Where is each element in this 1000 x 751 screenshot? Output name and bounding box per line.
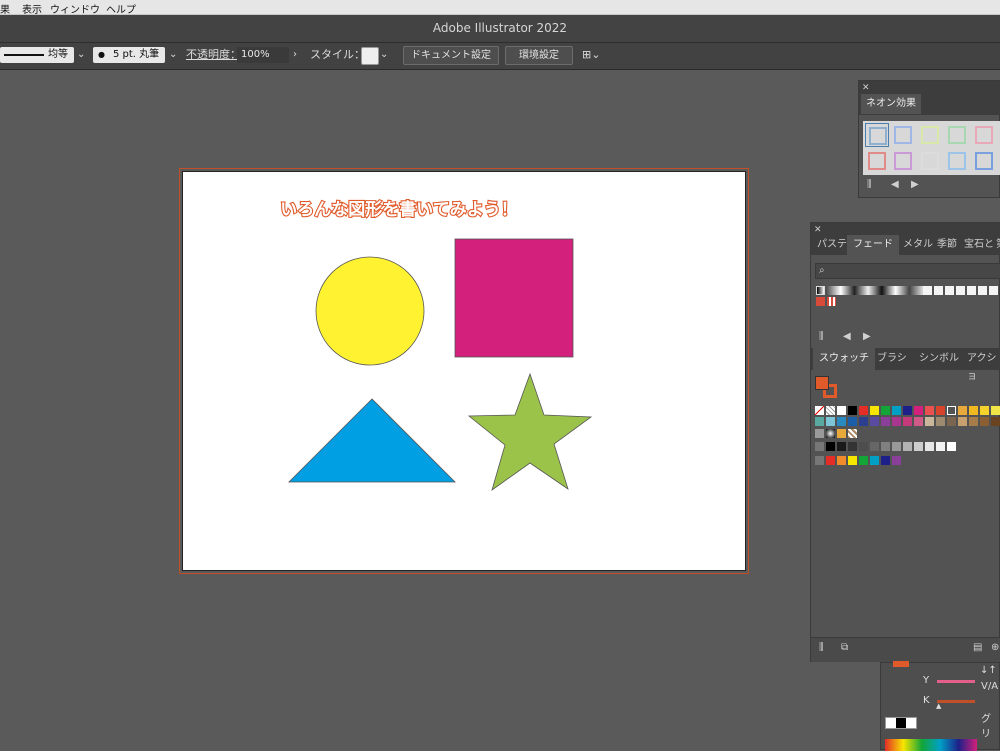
chevron-down-icon[interactable]: ⌄ — [169, 48, 177, 62]
neon-swatch[interactable] — [891, 123, 913, 145]
document-settings-button[interactable]: ドキュメント設定 — [403, 46, 499, 65]
tab-more[interactable]: 第 — [996, 236, 1000, 254]
neon-swatch[interactable] — [945, 149, 967, 171]
control-bar: 均等 ⌄ ● 5 pt. 丸筆 ⌄ 不透明度： 100% › スタイル： ⌄ ド… — [0, 43, 1000, 70]
panel-header — [859, 81, 1000, 95]
tab-swatches[interactable]: スウォッチ — [813, 348, 875, 370]
menu-item-window[interactable]: ウィンドウ — [50, 1, 100, 16]
tab-fade[interactable]: フェード — [847, 235, 899, 255]
preferences-button[interactable]: 環境設定 — [505, 46, 573, 65]
neon-effects-panel: ✕ ネオン効果 ⫼ ◀ ▶ — [858, 80, 1000, 198]
blue-triangle-shape[interactable] — [288, 398, 456, 483]
black-slider[interactable] — [937, 700, 975, 703]
tab-pastel[interactable]: パステ — [817, 236, 847, 254]
opacity-label[interactable]: 不透明度： — [186, 48, 241, 62]
library-menu-icon[interactable]: ⫼ — [867, 179, 872, 191]
black-slider-label: K — [923, 695, 930, 706]
tab-actions[interactable]: アクショ — [967, 350, 999, 386]
none-black-white-swatches[interactable] — [885, 717, 917, 729]
fill-stroke-indicator[interactable] — [815, 376, 839, 400]
fill-swatch[interactable] — [893, 661, 909, 667]
color-spectrum[interactable] — [885, 739, 977, 751]
fill-swatch[interactable] — [815, 376, 829, 390]
neon-swatch[interactable] — [918, 149, 940, 171]
window-title-bar: Adobe Illustrator 2022 — [0, 15, 1000, 43]
artwork-title-text[interactable]: いろんな図形を書いてみよう！ — [279, 198, 519, 221]
swap-icon[interactable]: ↓↑ — [980, 665, 997, 676]
opacity-value: 100% — [241, 49, 270, 60]
yellow-circle-shape[interactable] — [315, 256, 425, 366]
chevron-down-icon[interactable]: ⌄ — [380, 48, 388, 62]
slider-handle-icon[interactable]: ▲ — [936, 702, 941, 710]
next-library-icon[interactable]: ▶ — [911, 179, 919, 191]
swatch-options-icon[interactable]: ▤ — [973, 642, 982, 654]
artwork-layer: いろんな図形を書いてみよう！ — [279, 198, 593, 491]
menu-bar: 果 表示 ウィンドウ ヘルプ — [0, 0, 1000, 16]
yellow-slider-label: Y — [923, 675, 930, 686]
style-label: スタイル： — [310, 48, 365, 61]
gradient-swatch-list[interactable] — [815, 285, 1000, 309]
neon-swatch[interactable] — [865, 149, 887, 171]
search-icon: ⌕ — [819, 265, 825, 276]
stroke-line-icon — [4, 54, 44, 56]
va-label: V/A — [981, 681, 999, 692]
close-icon[interactable]: ✕ — [814, 225, 822, 235]
brush-value: 5 pt. 丸筆 — [113, 49, 160, 60]
gradient-search-input[interactable]: ⌕ — [815, 263, 1000, 279]
yellow-slider[interactable] — [937, 680, 975, 683]
opacity-input[interactable]: 100% — [237, 47, 289, 63]
next-library-icon[interactable]: ▶ — [863, 331, 871, 343]
tab-neon-effects[interactable]: ネオン効果 — [861, 94, 921, 114]
style-swatch[interactable] — [361, 47, 379, 65]
app-title: Adobe Illustrator 2022 — [432, 21, 568, 35]
neon-swatch[interactable] — [945, 123, 967, 145]
green-star-shape[interactable] — [467, 372, 593, 491]
stroke-profile-select[interactable]: 均等 — [0, 47, 74, 63]
menu-item-view[interactable]: 表示 — [22, 1, 42, 16]
color-panel: Y K ▲ ↓↑ V/A グリ — [880, 661, 1000, 751]
tab-symbols[interactable]: シンボル — [919, 350, 959, 368]
neon-swatch-grid — [863, 121, 1000, 175]
place-swatch-icon[interactable]: ⧉ — [841, 642, 848, 654]
color-swatch-grid[interactable] — [815, 406, 1000, 470]
previous-library-icon[interactable]: ◀ — [891, 179, 899, 191]
menu-item-edit[interactable]: 果 — [0, 1, 10, 16]
chevron-down-icon[interactable]: ⌄ — [77, 48, 85, 62]
tab-metal[interactable]: メタル — [903, 236, 933, 254]
stroke-profile-value: 均等 — [48, 49, 68, 60]
close-icon[interactable]: ✕ — [862, 83, 870, 93]
neon-swatch[interactable] — [918, 123, 940, 145]
brush-dot-icon: ● — [98, 50, 105, 59]
grid-label: グリ — [981, 714, 991, 740]
tab-brushes[interactable]: ブラシ — [877, 350, 907, 368]
swatches-bottom-toolbar — [811, 637, 1000, 662]
brush-select[interactable]: ● 5 pt. 丸筆 — [93, 47, 165, 63]
chevron-right-icon[interactable]: › — [293, 48, 297, 62]
library-menu-icon[interactable]: ⫼ — [819, 331, 824, 343]
menu-item-help[interactable]: ヘルプ — [106, 1, 136, 16]
library-menu-icon[interactable]: ⫼ — [819, 642, 824, 654]
neon-swatch[interactable] — [865, 123, 889, 147]
neon-swatch[interactable] — [972, 123, 994, 145]
previous-library-icon[interactable]: ◀ — [843, 331, 851, 343]
neon-swatch[interactable] — [972, 149, 994, 171]
neon-swatch[interactable] — [891, 149, 913, 171]
tab-season[interactable]: 季節 — [937, 236, 957, 254]
arrange-documents-icon[interactable]: ⊞⌄ — [582, 48, 600, 62]
tab-gems[interactable]: 宝石と — [964, 236, 994, 254]
new-swatch-icon[interactable]: ⊕ — [991, 642, 999, 654]
swatches-panel-group: ✕ パステ フェード メタル 季節 宝石と 第 ⌕ ⫼ ◀ ▶ スウォッチ ブラ… — [810, 222, 1000, 662]
magenta-square-shape[interactable] — [454, 238, 574, 358]
